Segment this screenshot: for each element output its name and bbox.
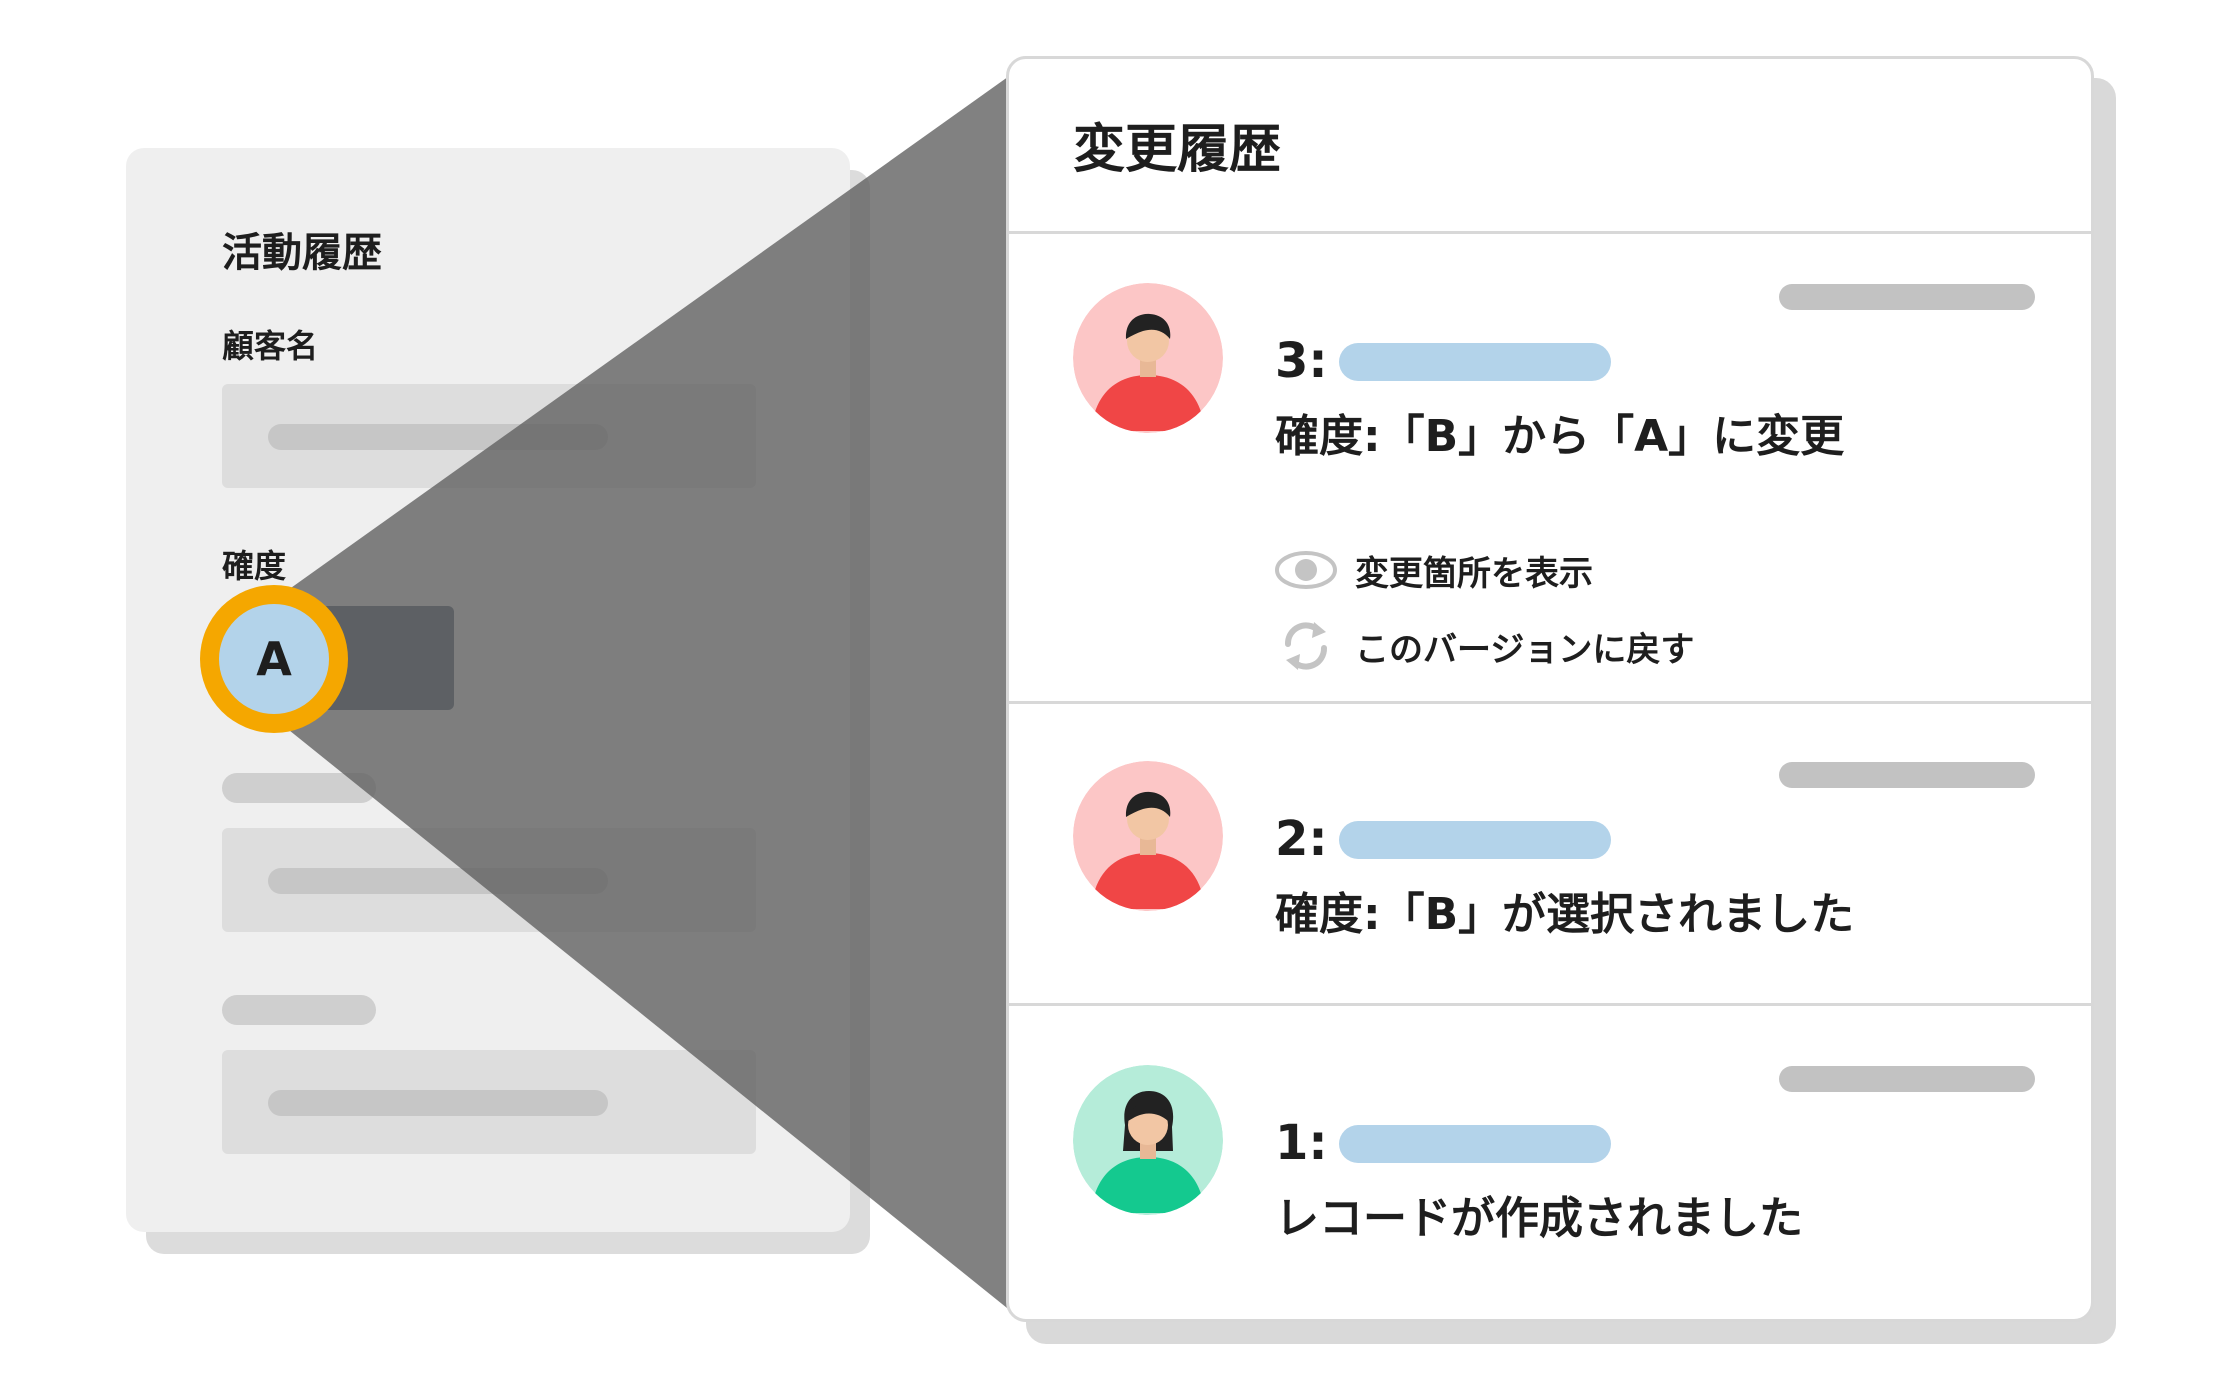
show-changes-link[interactable]: 変更箇所を表示 [1275, 545, 1593, 595]
version-number: 2: [1275, 811, 1328, 867]
timestamp-placeholder [1779, 284, 2035, 310]
divider [1009, 231, 2091, 234]
version-name-placeholder [1339, 1125, 1611, 1163]
change-history-panel: 変更履歴 3: 確度:「B」から「A」に変更 変更箇所を表示 このバージョンに戻… [1006, 56, 2094, 1322]
version-number: 3: [1275, 333, 1328, 389]
version-number: 1: [1275, 1115, 1328, 1171]
timestamp-placeholder [1779, 762, 2035, 788]
change-description: 確度:「B」が選択されました [1275, 889, 1855, 940]
user-avatar-man [1073, 283, 1223, 433]
divider [1009, 701, 2091, 704]
change-description: 確度:「B」から「A」に変更 [1275, 411, 1845, 462]
timestamp-placeholder [1779, 1066, 2035, 1092]
change-description: レコードが作成されました [1275, 1193, 1803, 1244]
version-name-placeholder [1339, 343, 1611, 381]
user-avatar-man [1073, 761, 1223, 911]
change-history-title: 変更履歴 [1073, 120, 1282, 180]
divider [1009, 1003, 2091, 1006]
revert-icon [1275, 621, 1337, 671]
rating-value-badge[interactable]: A [219, 604, 329, 714]
user-avatar-woman [1073, 1065, 1223, 1215]
show-changes-label: 変更箇所を表示 [1355, 553, 1593, 594]
revert-version-link[interactable]: このバージョンに戻す [1275, 621, 1694, 671]
revert-version-label: このバージョンに戻す [1355, 629, 1695, 670]
version-name-placeholder [1339, 821, 1611, 859]
eye-icon [1275, 545, 1337, 595]
